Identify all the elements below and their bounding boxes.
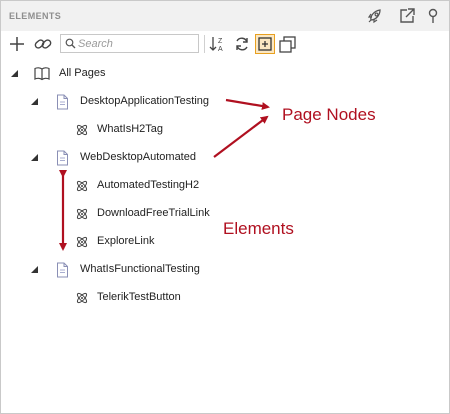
arrow-to-page-node-2 — [213, 115, 269, 158]
elements-panel: ELEMENTS ZA — [0, 0, 450, 414]
annotation-page-nodes: Page Nodes — [282, 105, 376, 124]
annotation-elements: Elements — [223, 219, 294, 238]
arrow-to-page-node-1 — [225, 98, 270, 110]
annotation-arrows — [59, 98, 270, 251]
